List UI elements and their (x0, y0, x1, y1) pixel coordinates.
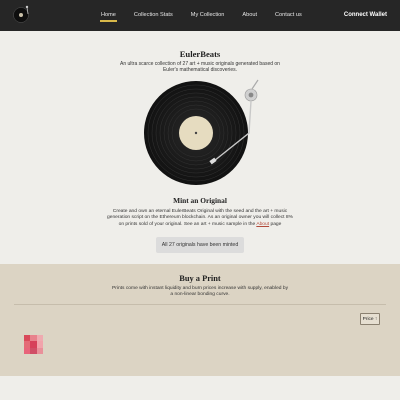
print-subtitle: Prints come with instant liquidity and b… (111, 286, 289, 298)
about-link[interactable]: About (256, 222, 269, 227)
connect-wallet-button[interactable]: Connect Wallet (344, 0, 387, 31)
nav-home[interactable]: Home (92, 0, 125, 31)
vinyl-record-illustration (144, 79, 259, 185)
hero-section: EulerBeats An ultra scarce collection of… (0, 31, 400, 264)
nav-about[interactable]: About (233, 0, 266, 31)
top-nav: Home Collection Stats My Collection Abou… (0, 0, 400, 31)
print-section-title: Buy a Print (179, 274, 221, 283)
page-title: EulerBeats (179, 49, 221, 59)
footer (0, 376, 400, 400)
all-minted-button[interactable]: All 27 originals have been minted (156, 237, 244, 253)
sort-price-button[interactable]: Price ↑ (360, 313, 380, 325)
nav-collection-stats[interactable]: Collection Stats (125, 0, 182, 31)
mint-description: Create and own an eternal EulerBeats Ori… (104, 209, 296, 228)
nav-my-collection[interactable]: My Collection (182, 0, 234, 31)
mint-section-title: Mint an Original (173, 196, 227, 205)
nav-contact-us[interactable]: Contact us (266, 0, 311, 31)
divider (14, 304, 386, 305)
print-artwork-thumbnail[interactable] (24, 335, 43, 354)
pixel-cell (36, 347, 43, 354)
record-logo-icon[interactable] (13, 5, 31, 23)
nav-links: Home Collection Stats My Collection Abou… (92, 0, 311, 31)
print-section: Buy a Print Prints come with instant liq… (0, 264, 400, 376)
mint-description-end: page (270, 221, 282, 227)
hero-subtitle: An ultra scarce collection of 27 art + m… (120, 61, 280, 74)
